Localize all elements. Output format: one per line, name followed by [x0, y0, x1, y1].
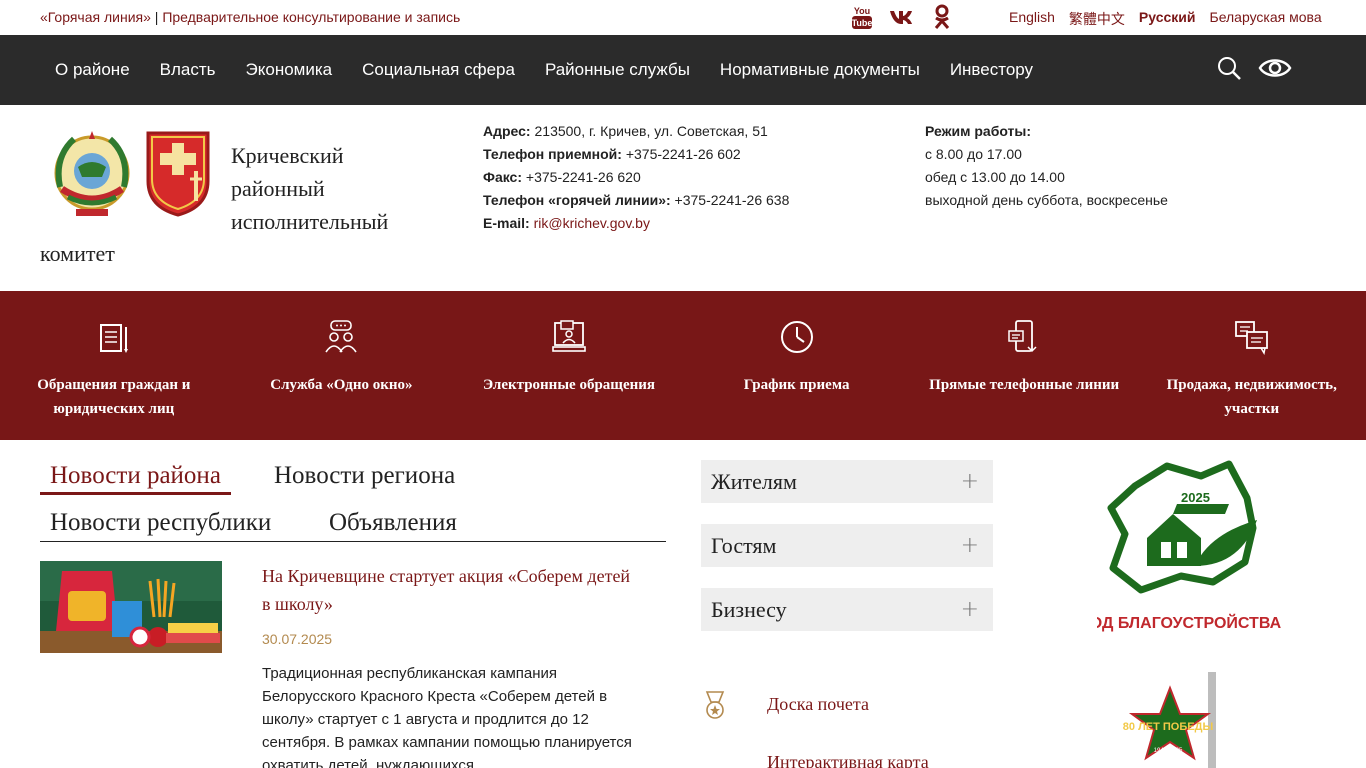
news-date: 30.07.2025 — [262, 631, 333, 647]
contact-fax: Факс: +375-2241-26 620 — [483, 169, 641, 185]
hours-line-2: обед с 13.00 до 14.00 — [925, 169, 1065, 185]
contact-phone: Телефон приемной: +375-2241-26 602 — [483, 146, 741, 162]
laptop-icon — [552, 320, 586, 352]
org-name: Кричевский районный исполнительный — [231, 139, 388, 238]
email-link[interactable]: rik@krichev.gov.by — [534, 215, 650, 231]
hotline-links: «Горячая линия» | Предварительное консул… — [40, 9, 460, 25]
accordion-title: Бизнесу — [711, 597, 787, 622]
svg-text:You: You — [854, 6, 870, 16]
news-tabs: Новости района Новости региона Новости р… — [40, 460, 666, 542]
nav-item-authority[interactable]: Власть — [145, 60, 231, 80]
accordion-title: Жителям — [711, 469, 797, 494]
hours-line-3: выходной день суббота, воскресенье — [925, 192, 1168, 208]
contact-address: Адрес: 213500, г. Кричев, ул. Советская,… — [483, 123, 768, 139]
service-label: Электронные обращения — [482, 377, 656, 393]
people-chat-icon — [325, 320, 358, 353]
quick-link-label: Доска почета — [767, 694, 869, 714]
svg-text:Tube: Tube — [852, 18, 873, 28]
nav-item-investor[interactable]: Инвестору — [935, 60, 1048, 80]
banner-year: 2025 — [1181, 490, 1210, 505]
service-label: Прямые телефонные линии — [929, 377, 1120, 393]
org-name-line-3: исполнительный — [231, 209, 389, 234]
nav-item-about[interactable]: О районе — [40, 60, 145, 80]
hours-line-1: с 8.00 до 17.00 — [925, 146, 1022, 162]
accordion-title: Гостям — [711, 533, 777, 558]
lang-belarusian[interactable]: Беларуская мова — [1210, 9, 1322, 29]
nav-item-services[interactable]: Районные службы — [530, 60, 705, 80]
accordion-residents[interactable]: Жителям + — [701, 460, 993, 503]
service-one-window[interactable]: Служба «Одно окно» — [228, 291, 456, 440]
main-nav: О районе Власть Экономика Социальная сфе… — [0, 35, 1366, 105]
state-emblem[interactable] — [48, 127, 136, 219]
accordion-business[interactable]: Бизнесу + — [701, 588, 993, 631]
social-links: You Tube — [842, 4, 962, 30]
hotline-link[interactable]: «Горячая линия» — [40, 9, 151, 25]
service-real-estate[interactable]: Продажа, недвижимость, участки — [1138, 291, 1366, 440]
service-e-appeals[interactable]: Электронные обращения — [455, 291, 683, 440]
nav-item-social[interactable]: Социальная сфера — [347, 60, 530, 80]
nav-item-documents[interactable]: Нормативные документы — [705, 60, 935, 80]
lang-russian[interactable]: Русский — [1139, 9, 1196, 29]
top-bar: «Горячая линия» | Предварительное консул… — [0, 0, 1366, 35]
medal-icon — [705, 691, 725, 719]
plus-icon: + — [960, 597, 979, 622]
service-label: Служба «Одно окно» — [270, 377, 413, 393]
tab-announcements[interactable]: Объявления — [329, 509, 457, 537]
search-icon[interactable] — [1216, 55, 1242, 81]
year-of-improvement-banner[interactable]: 2025 ГОД БЛАГОУСТРОЙСТВА — [1097, 458, 1297, 636]
service-label: Продажа, недвижимость, участки — [1166, 377, 1337, 417]
plus-icon: + — [960, 533, 979, 558]
banner-victory: 80 ЛЕТ ПОБЕДЫ — [1123, 721, 1214, 733]
org-name-line-4: комитет — [40, 241, 115, 266]
tab-district-news[interactable]: Новости района — [40, 462, 231, 495]
tab-region-news[interactable]: Новости региона — [274, 462, 455, 490]
service-phone-lines[interactable]: Прямые телефонные линии — [910, 291, 1138, 440]
service-label: Обращения граждан и юридических лиц — [37, 377, 191, 417]
contacts-block: Адрес: 213500, г. Кричев, ул. Советская,… — [483, 120, 789, 235]
org-name-line-1: Кричевский — [231, 143, 344, 168]
phone-icon — [1008, 320, 1037, 353]
service-label: График приема — [743, 377, 850, 393]
banner-victory-years: 1945-2025 — [1154, 748, 1183, 754]
victory-80-banner[interactable]: 80 ЛЕТ ПОБЕДЫ 1945-2025 — [1120, 668, 1230, 768]
news-excerpt: Традиционная республиканская кампания Бе… — [262, 665, 632, 768]
services-band: Обращения граждан и юридических лиц Служ… — [0, 291, 1366, 440]
quick-link-label: Интерактивная карта — [767, 752, 929, 768]
lang-english[interactable]: English — [1009, 9, 1055, 29]
working-hours: Режим работы: с 8.00 до 17.00 обед с 13.… — [925, 120, 1168, 212]
odnoklassniki-icon[interactable] — [922, 4, 962, 30]
banner-title: ГОД БЛАГОУСТРОЙСТВА — [1097, 613, 1282, 632]
separator: | — [154, 9, 159, 25]
site-header: Кричевский районный исполнительный комит… — [0, 105, 1366, 291]
youtube-icon[interactable]: You Tube — [842, 4, 882, 30]
org-name-line-2: районный — [231, 176, 325, 201]
contact-email: E-mail: rik@krichev.gov.by — [483, 215, 650, 231]
language-switcher: English 繁體中文 Русский Беларуская мова — [1009, 9, 1322, 29]
vk-icon[interactable] — [882, 4, 922, 30]
tab-republic-news[interactable]: Новости республики — [50, 509, 271, 537]
news-thumbnail[interactable] — [40, 561, 222, 653]
lang-chinese[interactable]: 繁體中文 — [1069, 9, 1125, 29]
district-coat-of-arms[interactable] — [144, 129, 212, 217]
clock-icon — [780, 321, 813, 353]
plus-icon: + — [960, 469, 979, 494]
nav-tools — [1216, 55, 1292, 81]
chat-icon — [1234, 321, 1268, 355]
document-icon — [99, 324, 128, 353]
service-appeals[interactable]: Обращения граждан и юридических лиц — [0, 291, 228, 440]
accordion-guests[interactable]: Гостям + — [701, 524, 993, 567]
nav-item-economy[interactable]: Экономика — [231, 60, 348, 80]
consult-link[interactable]: Предварительное консультирование и запис… — [162, 9, 460, 25]
news-title[interactable]: На Кричевщине стартует акция «Соберем де… — [262, 562, 642, 618]
accessibility-eye-icon[interactable] — [1258, 55, 1292, 81]
service-schedule[interactable]: График приема — [683, 291, 911, 440]
hours-label: Режим работы: — [925, 123, 1032, 139]
contact-hotline: Телефон «горячей линии»: +375-2241-26 63… — [483, 192, 790, 208]
